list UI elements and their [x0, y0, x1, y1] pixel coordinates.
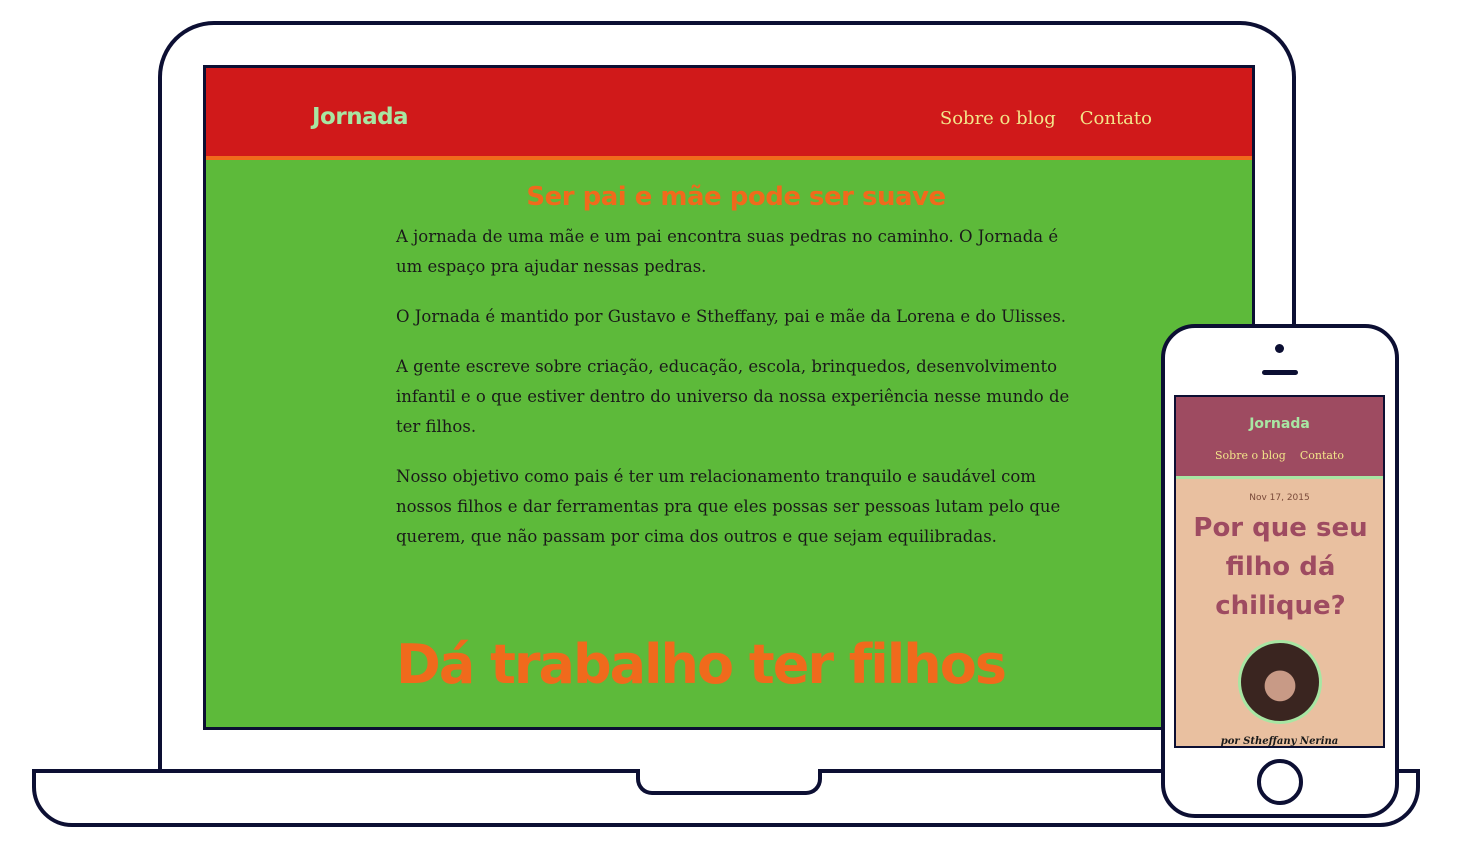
- laptop-notch: [636, 769, 822, 795]
- mobile-nav-link-contato[interactable]: Contato: [1300, 449, 1344, 462]
- author-avatar: [1238, 640, 1322, 724]
- intro-headline: Ser pai e mãe pode ser suave: [526, 182, 946, 212]
- nav-link-contato[interactable]: Contato: [1080, 108, 1152, 129]
- site-header: Jornada Sobre o blog Contato: [206, 68, 1252, 160]
- intro-content: Ser pai e mãe pode ser suave A jornada d…: [396, 182, 1076, 572]
- phone-home-button: [1257, 759, 1303, 805]
- phone-screen: Jornada Sobre o blog Contato Nov 17, 201…: [1174, 395, 1385, 748]
- site-brand[interactable]: Jornada: [312, 104, 409, 130]
- mobile-nav-link-sobre[interactable]: Sobre o blog: [1215, 449, 1286, 462]
- laptop-screen: Jornada Sobre o blog Contato Ser pai e m…: [203, 65, 1255, 730]
- mobile-header: Jornada Sobre o blog Contato: [1176, 397, 1383, 479]
- post-date: Nov 17, 2015: [1249, 493, 1310, 503]
- intro-paragraph: A gente escreve sobre criação, educação,…: [396, 357, 1070, 436]
- phone-speaker: [1262, 370, 1298, 375]
- post-author: por Stheffany Nerina: [1220, 736, 1339, 747]
- site-nav: Sobre o blog Contato: [940, 108, 1152, 129]
- intro-paragraph: O Jornada é mantido por Gustavo e Stheff…: [396, 307, 1067, 326]
- post-title[interactable]: Por que seu filho dá chilique?: [1186, 509, 1375, 626]
- section-heading: Dá trabalho ter filhos: [396, 633, 1007, 696]
- intro-paragraph: Nosso objetivo como pais é ter um relaci…: [396, 467, 1061, 546]
- phone-camera: [1275, 344, 1284, 353]
- mobile-brand[interactable]: Jornada: [1176, 416, 1383, 432]
- mobile-nav: Sobre o blog Contato: [1176, 449, 1383, 462]
- nav-link-sobre[interactable]: Sobre o blog: [940, 108, 1056, 129]
- intro-paragraph: A jornada de uma mãe e um pai encontra s…: [396, 227, 1059, 276]
